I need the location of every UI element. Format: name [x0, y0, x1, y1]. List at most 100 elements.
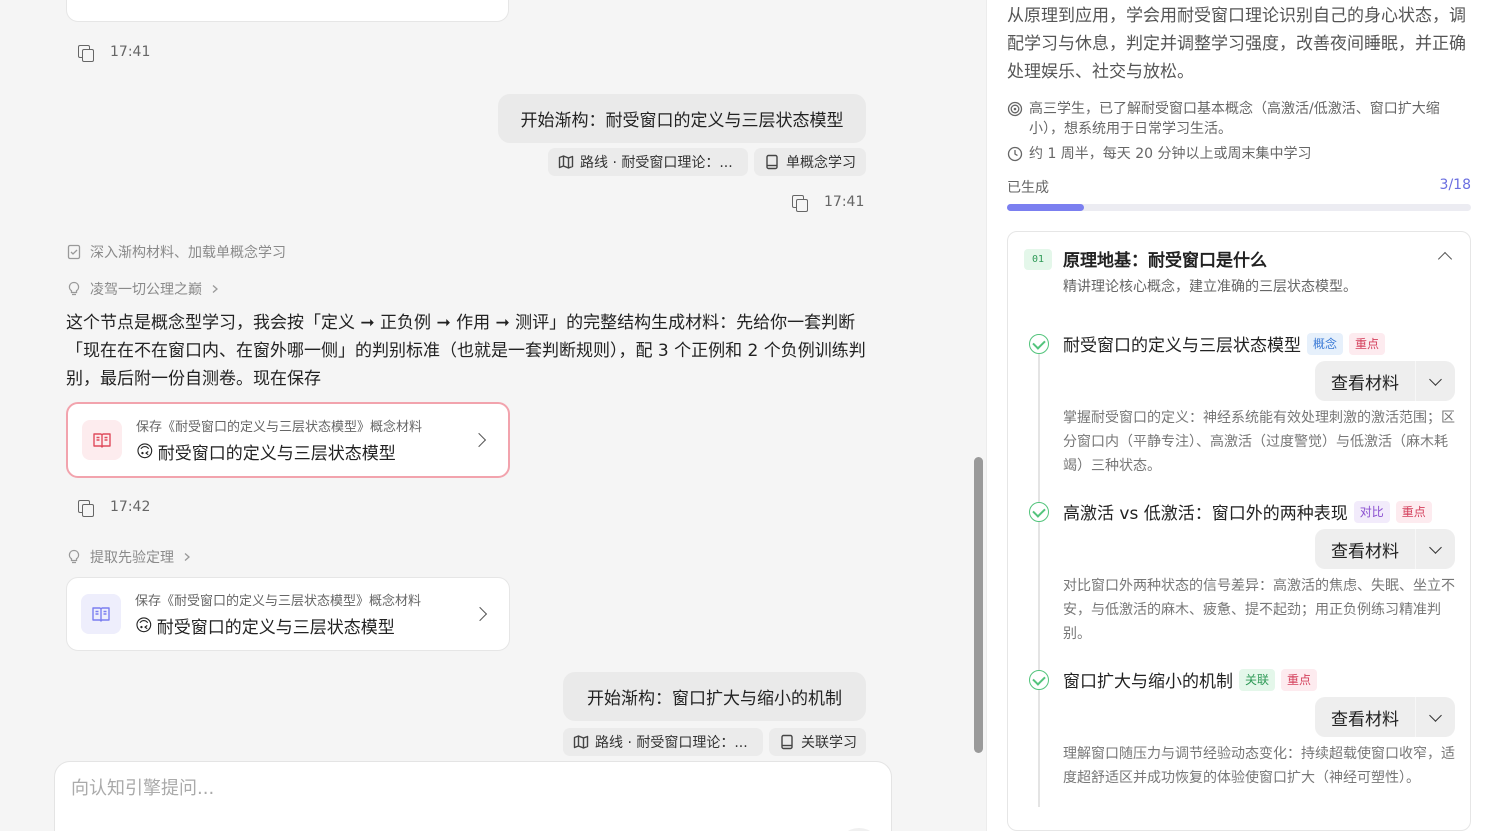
- chevron-down-icon: [1429, 708, 1442, 722]
- open-book-icon: [81, 594, 121, 634]
- material-card[interactable]: 保存《耐受窗口的定义与三层状态模型》概念材料 🙃 耐受窗口的定义与三层状态模型: [66, 577, 510, 651]
- lesson-description: 对比窗口外两种状态的信号差异：高激活的焦虑、失眠、坐立不安，与低激活的麻木、疲惫…: [1063, 578, 1455, 642]
- assistant-message-text: 这个节点是概念型学习，我会按「定义 ➞ 正负例 ➞ 作用 ➞ 测评」的完整结构生…: [66, 313, 866, 389]
- mode-chip[interactable]: 单概念学习: [754, 148, 866, 176]
- duration-line: 约 1 周半，每天 20 分钟以上或周末集中学习: [1007, 144, 1467, 164]
- audience-line: 高三学生，已了解耐受窗口基本概念（高激活/低激活、窗口扩大缩小），想系统用于日常…: [1007, 99, 1467, 139]
- progress-bar-fill: [1007, 204, 1085, 211]
- route-chip-label: 路线 · 耐受窗口理论：...: [580, 155, 733, 171]
- module-subtitle: 精讲理论核心概念，建立准确的三层状态模型。: [1063, 279, 1357, 295]
- material-dropdown-toggle[interactable]: [1416, 540, 1455, 554]
- tag-relation: 关联: [1239, 668, 1276, 691]
- lesson-title: 窗口扩大与缩小的机制: [1063, 672, 1233, 692]
- chat-scrollbar-thumb[interactable]: [974, 457, 983, 753]
- user-message: 开始渐构：窗口扩大与缩小的机制: [563, 672, 866, 721]
- view-material-label: 查看材料: [1331, 373, 1399, 394]
- material-card-subtitle: 保存《耐受窗口的定义与三层状态模型》概念材料: [135, 594, 422, 609]
- lesson-description: 理解窗口随压力与调节经验动态变化：持续超载使窗口收窄，适度超舒适区并成功恢复的体…: [1063, 746, 1455, 786]
- chevron-right-icon: [212, 285, 218, 293]
- timeline-line: [1038, 352, 1040, 807]
- message-meta: 17:41: [790, 193, 865, 212]
- audience-text: 高三学生，已了解耐受窗口基本概念（高激活/低激活、窗口扩大缩小），想系统用于日常…: [1029, 101, 1440, 137]
- progress-header: 已生成 3/18: [1007, 177, 1471, 197]
- message-meta: 17:42: [76, 498, 151, 517]
- material-emoji: 🙃: [136, 441, 154, 462]
- thinking-step-text: 提取先验定理: [90, 550, 174, 566]
- book-icon: [766, 154, 778, 170]
- checklist-icon: [67, 244, 81, 260]
- lightbulb-icon: [68, 549, 80, 564]
- material-card-title: 耐受窗口的定义与三层状态模型: [156, 618, 395, 638]
- target-icon: [1007, 101, 1023, 117]
- lesson-title: 耐受窗口的定义与三层状态模型: [1063, 336, 1301, 356]
- completed-check-icon: [1029, 670, 1049, 690]
- module-card: 01 原理地基：耐受窗口是什么 精讲理论核心概念，建立准确的三层状态模型。 耐受…: [1007, 231, 1471, 831]
- chevron-right-icon: [184, 553, 190, 561]
- lesson-item-title-row[interactable]: 高激活 vs 低激活：窗口外的两种表现 对比 重点: [1063, 499, 1432, 524]
- message-time: 17:42: [110, 499, 151, 515]
- material-dropdown-toggle[interactable]: [1416, 708, 1455, 722]
- chevron-right-icon: [472, 606, 488, 622]
- route-chip-label: 路线 · 耐受窗口理论：...: [595, 735, 748, 751]
- course-description: 从原理到应用，学会用耐受窗口理论识别自己的身心状态，调配学习与休息，判定并调整学…: [1007, 6, 1466, 82]
- previous-material-card[interactable]: [66, 0, 509, 22]
- user-message-text: 开始渐构：耐受窗口的定义与三层状态模型: [520, 111, 844, 131]
- chat-area: 17:41 开始渐构：耐受窗口的定义与三层状态模型 路线 · 耐受窗口理论：..…: [0, 0, 970, 831]
- message-time: 17:41: [824, 194, 865, 210]
- thinking-step-text: 凌驾一切公理之巅: [90, 282, 202, 298]
- view-material-label: 查看材料: [1331, 709, 1399, 730]
- chat-input[interactable]: [55, 762, 891, 815]
- view-material-label: 查看材料: [1331, 541, 1399, 562]
- lightbulb-icon: [68, 281, 80, 296]
- completed-check-icon: [1029, 334, 1049, 354]
- mode-chip-label: 关联学习: [801, 735, 857, 751]
- completed-check-icon: [1029, 502, 1049, 522]
- lesson-description: 掌握耐受窗口的定义：神经系统能有效处理刺激的激活范围；区分窗口内（平静专注）、高…: [1063, 410, 1455, 474]
- material-emoji: 🙃: [135, 615, 153, 636]
- chat-input-box: [54, 761, 892, 831]
- module-number: 01: [1024, 249, 1052, 270]
- user-message: 开始渐构：耐受窗口的定义与三层状态模型: [498, 94, 866, 143]
- route-chip[interactable]: 路线 · 耐受窗口理论：...: [563, 728, 763, 756]
- map-icon: [573, 735, 589, 749]
- material-card-subtitle: 保存《耐受窗口的定义与三层状态模型》概念材料: [136, 420, 423, 435]
- copy-icon[interactable]: [790, 193, 808, 212]
- module-title: 原理地基：耐受窗口是什么: [1063, 251, 1267, 271]
- progress-count: 3/18: [1439, 177, 1471, 193]
- thinking-step[interactable]: 凌驾一切公理之巅: [66, 279, 220, 299]
- chevron-down-icon: [1429, 540, 1442, 554]
- tag-comparison: 对比: [1353, 500, 1390, 523]
- lesson-title: 高激活 vs 低激活：窗口外的两种表现: [1063, 504, 1348, 524]
- chevron-down-icon: [1429, 372, 1442, 386]
- thinking-step[interactable]: 提取先验定理: [66, 547, 192, 567]
- view-material-button[interactable]: 查看材料: [1315, 361, 1455, 401]
- material-card[interactable]: 保存《耐受窗口的定义与三层状态模型》概念材料 🙃 耐受窗口的定义与三层状态模型: [66, 402, 510, 478]
- book-icon: [781, 734, 793, 750]
- mode-chip[interactable]: 关联学习: [769, 728, 866, 756]
- user-message-text: 开始渐构：窗口扩大与缩小的机制: [587, 689, 842, 709]
- material-card-title: 耐受窗口的定义与三层状态模型: [157, 444, 396, 464]
- view-material-button[interactable]: 查看材料: [1315, 529, 1455, 569]
- clock-icon: [1007, 146, 1023, 162]
- open-book-icon: [82, 420, 122, 460]
- view-material-button[interactable]: 查看材料: [1315, 697, 1455, 737]
- chevron-right-icon: [471, 432, 487, 448]
- progress-label: 已生成: [1007, 180, 1049, 196]
- lesson-item-title-row[interactable]: 窗口扩大与缩小的机制 关联 重点: [1063, 667, 1318, 692]
- route-chip[interactable]: 路线 · 耐受窗口理论：...: [548, 148, 748, 176]
- map-icon: [558, 155, 574, 169]
- lesson-item-title-row[interactable]: 耐受窗口的定义与三层状态模型 概念 重点: [1063, 331, 1386, 356]
- copy-icon[interactable]: [76, 43, 94, 62]
- message-meta: 17:41: [76, 43, 151, 62]
- process-step-text: 深入渐构材料、加载单概念学习: [90, 245, 286, 261]
- process-step: 深入渐构材料、加载单概念学习: [66, 242, 286, 262]
- duration-text: 约 1 周半，每天 20 分钟以上或周末集中学习: [1029, 146, 1312, 162]
- collapse-chevron-up-icon[interactable]: [1437, 251, 1453, 267]
- mode-chip-label: 单概念学习: [786, 155, 856, 171]
- tag-key: 重点: [1281, 668, 1318, 691]
- copy-icon[interactable]: [76, 498, 94, 517]
- progress-bar: [1007, 204, 1471, 211]
- tag-key: 重点: [1349, 332, 1386, 355]
- message-time: 17:41: [110, 44, 151, 60]
- material-dropdown-toggle[interactable]: [1416, 372, 1455, 386]
